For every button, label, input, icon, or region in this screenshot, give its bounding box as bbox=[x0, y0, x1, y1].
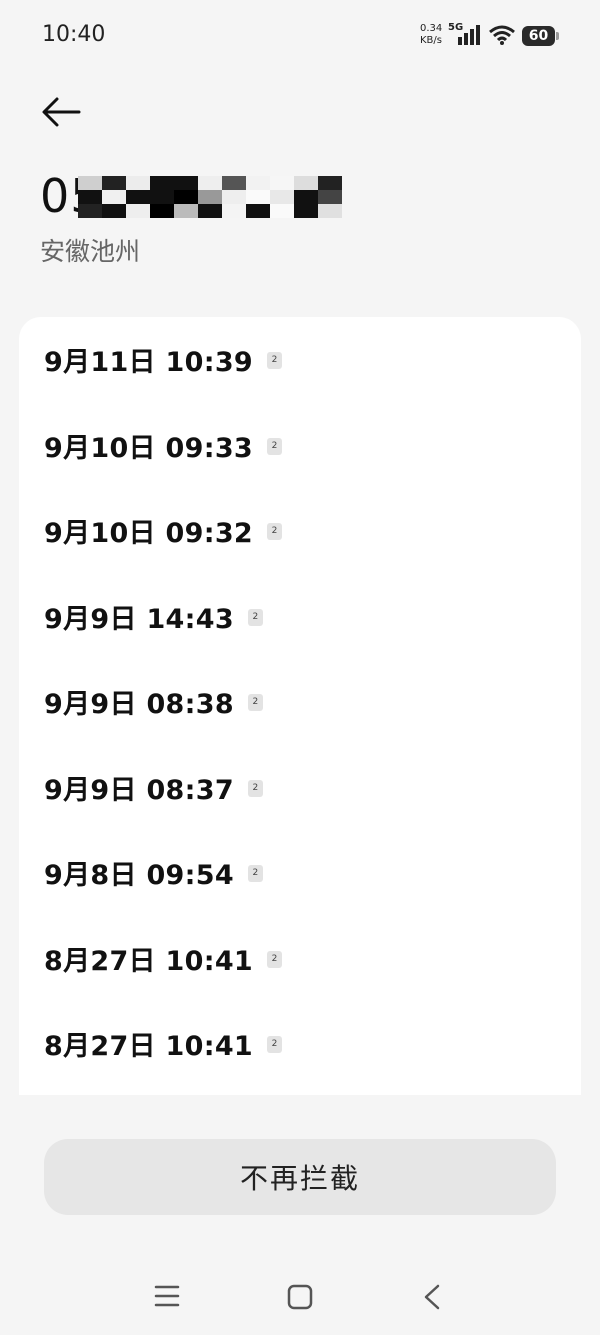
call-time: 9月9日 14:43 bbox=[44, 603, 234, 635]
mosaic-block bbox=[174, 204, 198, 218]
status-time: 10:40 bbox=[42, 22, 106, 47]
mosaic-block bbox=[102, 190, 126, 204]
call-record-item[interactable]: 9月10日 09:32 2 bbox=[19, 488, 581, 573]
mosaic-block bbox=[318, 190, 342, 204]
mosaic-block bbox=[198, 204, 222, 218]
sim-card-badge: 2 bbox=[247, 865, 263, 882]
call-record-item[interactable]: 9月9日 08:37 2 bbox=[19, 745, 581, 830]
mosaic-block bbox=[126, 176, 150, 190]
chevron-left-icon[interactable] bbox=[422, 1283, 442, 1311]
mosaic-block bbox=[102, 204, 126, 218]
mosaic-block bbox=[246, 190, 270, 204]
sim-card-badge: 2 bbox=[267, 950, 283, 968]
call-record-item[interactable]: 9月9日 08:38 2 bbox=[19, 659, 581, 744]
mosaic-block bbox=[270, 204, 294, 218]
mosaic-block bbox=[126, 190, 150, 204]
mosaic-block bbox=[78, 190, 102, 204]
mosaic-block bbox=[318, 176, 342, 190]
mosaic-block bbox=[222, 204, 246, 218]
call-time: 9月8日 09:54 bbox=[44, 860, 234, 891]
sim-card-badge: 2 bbox=[247, 779, 263, 797]
network-speed: 0.34 KB/s bbox=[420, 23, 450, 47]
network-speed-value: 0.34 bbox=[420, 23, 443, 34]
sim-card-badge: 2 bbox=[267, 523, 283, 540]
mosaic-block bbox=[150, 176, 174, 190]
mosaic-block bbox=[174, 190, 198, 204]
caller-location: 安徽池州 bbox=[40, 237, 141, 266]
call-time: 9月9日 08:38 bbox=[44, 689, 234, 720]
mosaic-block bbox=[246, 204, 270, 218]
mosaic-block bbox=[222, 176, 246, 190]
wifi-icon bbox=[489, 25, 515, 45]
mosaic-block bbox=[102, 176, 126, 190]
call-time: 9月10日 09:32 bbox=[44, 518, 254, 549]
mosaic-block bbox=[198, 176, 222, 190]
battery-icon: 60 bbox=[522, 26, 555, 46]
mosaic-block bbox=[198, 190, 222, 204]
mosaic-block bbox=[294, 204, 318, 218]
call-time: 9月10日 09:33 bbox=[44, 432, 254, 464]
unblock-button[interactable]: 不再拦截 bbox=[44, 1139, 556, 1215]
call-time: 9月11日 10:39 bbox=[44, 347, 254, 378]
mosaic-block bbox=[246, 176, 270, 190]
mosaic-block bbox=[294, 190, 318, 204]
status-bar: 10:40 0.34 KB/s 5G 60 bbox=[0, 0, 600, 72]
arrow-left-icon bbox=[42, 97, 81, 127]
call-time: 8月27日 10:41 bbox=[44, 1031, 254, 1062]
back-button[interactable] bbox=[40, 95, 82, 129]
call-record-item[interactable]: 9月8日 09:54 2 bbox=[19, 830, 581, 915]
call-record-item[interactable]: 9月9日 14:43 2 bbox=[19, 574, 581, 659]
sim-card-badge: 2 bbox=[267, 437, 283, 455]
navigation-bar bbox=[0, 1260, 600, 1335]
mosaic-block bbox=[150, 204, 174, 218]
home-square-icon[interactable] bbox=[287, 1284, 313, 1310]
mosaic-block bbox=[150, 190, 174, 204]
mosaic-block bbox=[318, 204, 342, 218]
menu-icon[interactable] bbox=[154, 1284, 180, 1308]
mosaic-block bbox=[270, 176, 294, 190]
mosaic-block bbox=[78, 176, 102, 190]
network-speed-unit: KB/s bbox=[420, 35, 442, 46]
call-record-item[interactable]: 9月11日 10:39 2 bbox=[19, 317, 581, 402]
call-record-item[interactable]: 9月10日 09:33 2 bbox=[19, 403, 581, 488]
call-record-item[interactable]: 8月27日 10:41 2 bbox=[19, 1001, 581, 1086]
sim-card-badge: 2 bbox=[267, 352, 283, 369]
mosaic-block bbox=[126, 204, 150, 218]
call-record-list: 9月11日 10:39 2 9月10日 09:33 2 9月10日 09:32 2 9月9日… bbox=[19, 317, 581, 1095]
signal-bars-icon bbox=[458, 25, 480, 45]
mosaic-block bbox=[270, 190, 294, 204]
sim-card-badge: 2 bbox=[247, 608, 263, 626]
mosaic-block bbox=[78, 204, 102, 218]
screen: 10:40 0.34 KB/s 5G 60 056 安徽池州 9月11日 10:… bbox=[0, 0, 600, 1335]
mosaic-block bbox=[174, 176, 198, 190]
sim-card-badge: 2 bbox=[247, 694, 263, 711]
sim-card-badge: 2 bbox=[267, 1036, 283, 1053]
call-time: 9月9日 08:37 bbox=[44, 774, 234, 806]
battery-cap bbox=[556, 32, 559, 40]
call-time: 8月27日 10:41 bbox=[44, 945, 254, 977]
call-record-item[interactable]: 8月27日 10:41 2 bbox=[19, 916, 581, 1001]
mosaic-block bbox=[294, 176, 318, 190]
mosaic-block bbox=[222, 190, 246, 204]
redacted-mosaic bbox=[78, 176, 342, 218]
